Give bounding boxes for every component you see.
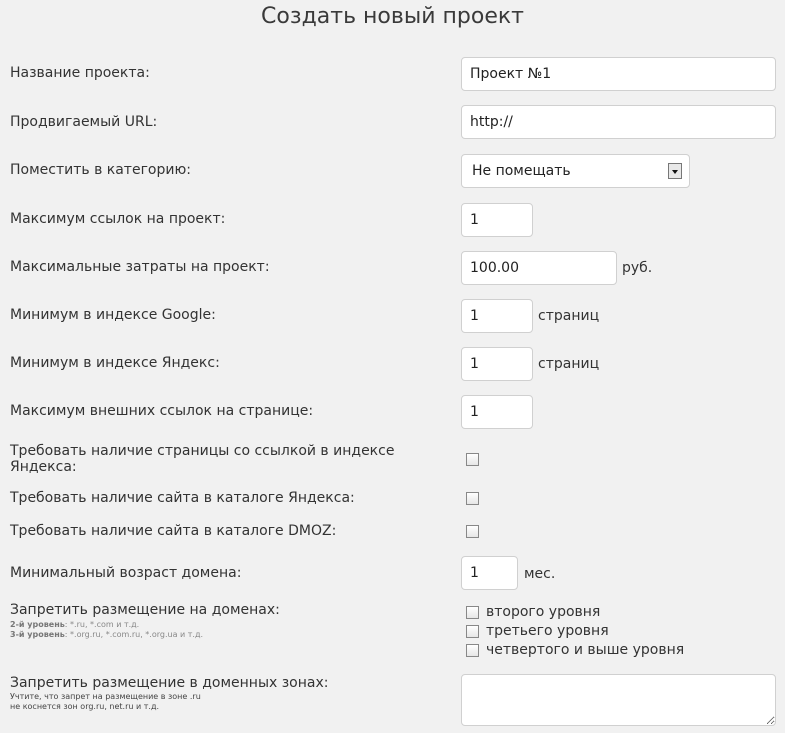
forbid-level4-checkbox[interactable] [466, 644, 479, 657]
min-domain-age-label: Минимальный возраст домена: [10, 565, 242, 581]
forbid-zones-label: Запретить размещение в доменных зонах: [10, 675, 329, 691]
require-yandex-index-checkbox[interactable] [466, 453, 479, 466]
min-google-unit: страниц [538, 308, 600, 324]
forbid-zones-hint-2: не коснется зон org.ru, net.ru и т.д. [10, 702, 160, 711]
require-yandex-index-label-line2: Яндекса: [10, 459, 77, 475]
require-dmoz-label: Требовать наличие сайта в каталоге DMOZ: [10, 523, 337, 539]
min-domain-age-unit: мес. [524, 566, 556, 582]
forbid-level3-checkbox[interactable] [466, 625, 479, 638]
min-domain-age-input[interactable] [461, 556, 518, 590]
max-links-label: Максимум ссылок на проект: [10, 211, 226, 227]
require-yandex-index-label-line1: Требовать наличие страницы со ссылкой в … [10, 443, 395, 459]
forbid-domains-label: Запретить размещение на доменах: [10, 602, 280, 618]
require-yandex-catalog-label: Требовать наличие сайта в каталоге Яндек… [10, 490, 355, 506]
max-cost-unit: руб. [622, 260, 653, 276]
min-yandex-label: Минимум в индексе Яндекс: [10, 355, 220, 371]
require-yandex-index-label: Требовать наличие страницы со ссылкой в … [10, 443, 394, 475]
project-name-input[interactable] [461, 57, 776, 91]
require-dmoz-checkbox[interactable] [466, 525, 479, 538]
chevron-down-icon[interactable] [668, 163, 682, 179]
max-links-input[interactable] [461, 203, 533, 237]
max-ext-links-label: Максимум внешних ссылок на странице: [10, 403, 314, 419]
forbid-zones-textarea[interactable] [461, 674, 776, 726]
url-input[interactable] [461, 105, 776, 139]
min-google-label: Минимум в индексе Google: [10, 307, 216, 323]
forbid-level4-label: четвертого и выше уровня [486, 642, 685, 658]
forbid-domains-hint-1-bold: 2-й уровень [10, 620, 65, 629]
forbid-domains-hint-1-text: : *.ru, *.com и т.д. [64, 620, 140, 629]
url-label: Продвигаемый URL: [10, 114, 158, 130]
forbid-level3-label: третьего уровня [486, 623, 609, 639]
page-title: Создать новый проект [261, 4, 524, 29]
min-yandex-unit: страниц [538, 356, 600, 372]
forbid-zones-hint-1: Учтите, что запрет на размещение в зоне … [10, 692, 201, 701]
category-label: Поместить в категорию: [10, 162, 191, 178]
forbid-domains-hint-2: 3-й уровень: *.org.ru, *.com.ru, *.org.u… [10, 630, 203, 639]
forbid-domains-hint-2-text: : *.org.ru, *.com.ru, *.org.ua и т.д. [64, 630, 204, 639]
category-select[interactable]: Не помещать [461, 154, 690, 188]
max-ext-links-input[interactable] [461, 395, 533, 429]
require-yandex-catalog-checkbox[interactable] [466, 492, 479, 505]
min-google-input[interactable] [461, 299, 533, 333]
project-name-label: Название проекта: [10, 65, 150, 81]
forbid-domains-hint-1: 2-й уровень: *.ru, *.com и т.д. [10, 620, 139, 629]
min-yandex-input[interactable] [461, 347, 533, 381]
forbid-level2-label: второго уровня [486, 604, 601, 620]
forbid-domains-hint-2-bold: 3-й уровень [10, 630, 65, 639]
max-cost-label: Максимальные затраты на проект: [10, 259, 270, 275]
max-cost-input[interactable] [461, 251, 617, 285]
forbid-level2-checkbox[interactable] [466, 606, 479, 619]
category-selected-value: Не помещать [472, 163, 571, 179]
